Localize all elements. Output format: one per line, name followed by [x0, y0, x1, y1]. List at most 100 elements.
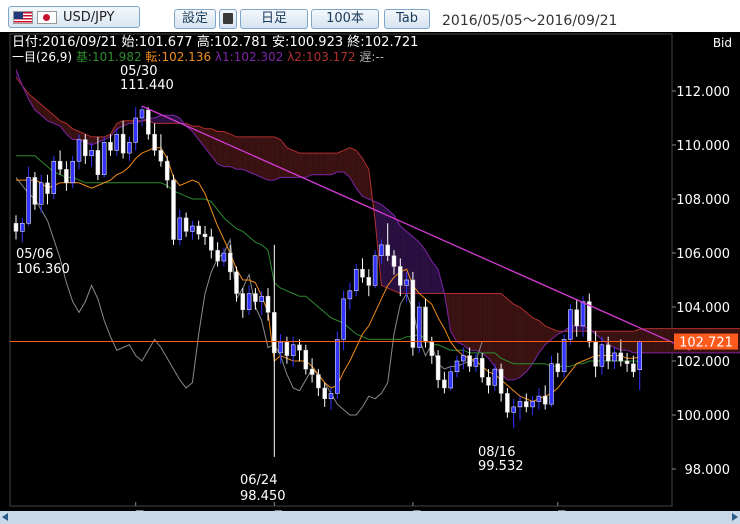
cloud-segment	[312, 153, 319, 175]
cloud-segment	[513, 304, 520, 380]
candle-body	[423, 306, 428, 343]
cloud-segment	[331, 153, 338, 175]
tab-button[interactable]: Tab	[384, 9, 430, 29]
candle-body	[209, 236, 214, 251]
candle-body	[183, 217, 189, 232]
candle-body	[133, 117, 138, 143]
candle-body	[511, 406, 516, 413]
candle-body	[593, 341, 598, 367]
annotation-date: 05/06	[16, 247, 53, 262]
cloud-segment	[620, 331, 628, 351]
candle-body	[404, 279, 409, 286]
settings-button[interactable]: 設定	[174, 9, 216, 29]
candle-body	[114, 133, 120, 151]
candle-body	[561, 339, 567, 373]
candle-body	[486, 376, 491, 386]
candle-body	[435, 355, 441, 381]
cloud-segment	[576, 325, 583, 332]
cloud-segment	[501, 293, 508, 380]
candle-body	[347, 290, 353, 300]
annotation-value: 99.532	[478, 459, 524, 474]
y-tick-label: 100.000	[676, 409, 730, 424]
cloud-segment	[324, 153, 331, 175]
candle-body	[473, 358, 479, 367]
annotation-date: 06/24	[240, 473, 277, 488]
candle-body	[328, 393, 334, 400]
candle-body	[631, 363, 636, 373]
y-tick-label: 106.000	[676, 247, 730, 262]
calculator-icon	[223, 13, 233, 24]
kijun-info: 基:101.982	[76, 50, 142, 64]
annotation-date: 05/30	[120, 64, 157, 79]
candle-body	[164, 160, 170, 181]
candle-body	[618, 352, 624, 362]
candle-body	[51, 160, 57, 194]
date-range-label: 2016/05/05～2016/09/21	[442, 13, 618, 29]
candle-body	[278, 341, 283, 354]
candle-body	[202, 233, 208, 238]
candle-body	[171, 179, 176, 240]
candle-body	[479, 358, 485, 378]
candle-body	[196, 225, 201, 235]
candle-body	[360, 268, 365, 278]
candlestick-chart[interactable]: 102.721 112.000 110.000 108.000 106.000 104.…	[0, 32, 740, 524]
calculator-button[interactable]	[219, 9, 237, 29]
candle-body	[366, 277, 372, 286]
ichimoku-info-line: 一目(26,9) 基:101.982 転:102.136 λ1:102.302 …	[12, 50, 384, 64]
candle-body	[83, 139, 88, 157]
candle-body	[146, 109, 151, 135]
candle-body	[492, 368, 498, 386]
price-type-label: Bid	[713, 36, 732, 50]
candle-body	[353, 268, 359, 292]
y-tick-label: 98.000	[685, 463, 731, 478]
candle-body	[57, 160, 63, 170]
candle-body	[555, 363, 561, 373]
currency-pair-selector[interactable]: USD/JPY	[8, 6, 140, 28]
y-tick-label: 104.000	[676, 301, 730, 316]
cloud-segment	[242, 136, 250, 172]
us-flag-icon	[13, 11, 33, 24]
candle-body	[524, 401, 529, 408]
candle-body	[38, 182, 44, 205]
candle-body	[89, 150, 94, 157]
period-button[interactable]: 日足	[240, 9, 308, 29]
bar-count-button[interactable]: 100本	[311, 9, 379, 29]
candle-body	[335, 339, 340, 394]
candle-body	[580, 301, 586, 327]
candle-body	[379, 244, 384, 256]
candle-body	[95, 150, 101, 175]
candle-body	[215, 250, 220, 262]
cloud-segment	[488, 293, 495, 367]
candle-body	[536, 395, 542, 402]
candle-body	[120, 133, 126, 154]
cloud-segment	[299, 153, 306, 178]
candle-body	[240, 293, 246, 310]
cloud-segment	[482, 293, 489, 359]
cloud-segment	[223, 131, 231, 167]
candle-body	[221, 252, 227, 262]
chikou-info: 遅:--	[359, 50, 384, 64]
annotation-value: 98.450	[240, 489, 286, 504]
candle-body	[190, 225, 195, 232]
horizontal-scrollbar[interactable]	[0, 511, 740, 524]
candle-body	[158, 150, 164, 162]
tenkan-info: 転:102.136	[145, 50, 211, 64]
cloud-segment	[507, 298, 514, 380]
candle-body	[341, 298, 346, 340]
candle-body	[530, 401, 535, 408]
candle-body	[549, 363, 554, 405]
candle-body	[398, 266, 403, 286]
cloud-segment	[652, 328, 659, 353]
currency-pair-label: USD/JPY	[63, 10, 115, 25]
candle-body	[605, 344, 611, 362]
candle-body	[410, 279, 416, 348]
cloud-segment	[261, 136, 268, 181]
candle-body	[246, 293, 252, 310]
cloud-segment	[337, 150, 344, 172]
ichimoku-label: 一目(26,9)	[12, 50, 72, 64]
candle-body	[272, 312, 277, 354]
candle-body	[284, 341, 290, 356]
candle-body	[259, 295, 264, 302]
candle-body	[253, 293, 258, 302]
current-price-label: 102.721	[679, 336, 733, 351]
